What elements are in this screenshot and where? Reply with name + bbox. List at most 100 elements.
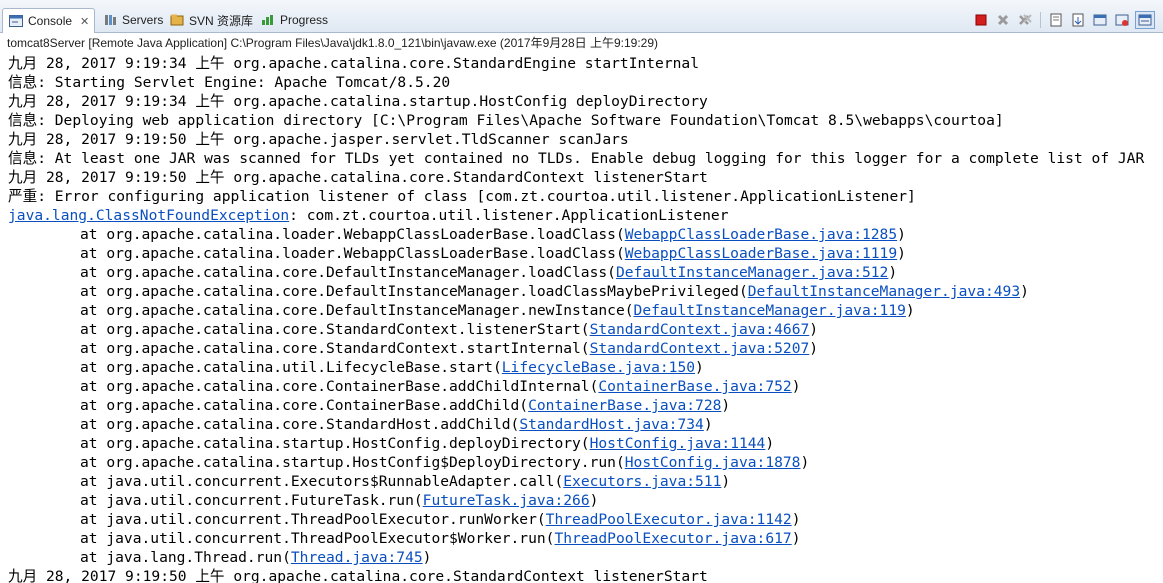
source-link[interactable]: ContainerBase.java:728 <box>528 397 721 414</box>
close-paren: ) <box>791 511 801 528</box>
stack-frame: at org.apache.catalina.core.StandardCont… <box>0 339 1163 358</box>
source-link[interactable]: StandardHost.java:734 <box>519 416 704 433</box>
close-paren: ) <box>589 492 599 509</box>
close-paren: ) <box>800 454 810 471</box>
log-line: 信息: Deploying web application directory … <box>8 112 1004 129</box>
stack-frame: at org.apache.catalina.loader.WebappClas… <box>0 244 1163 263</box>
stack-frame: at org.apache.catalina.core.DefaultInsta… <box>0 263 1163 282</box>
source-link[interactable]: LifecycleBase.java:150 <box>502 359 695 376</box>
stack-frame-text: at org.apache.catalina.core.DefaultInsta… <box>80 302 634 319</box>
stack-frame-text: at java.util.concurrent.ThreadPoolExecut… <box>80 530 555 547</box>
close-paren: ) <box>897 245 906 262</box>
source-link[interactable]: HostConfig.java:1878 <box>625 454 801 471</box>
tab-servers[interactable]: Servers <box>103 9 163 31</box>
stack-frame-text: at org.apache.catalina.core.DefaultInsta… <box>80 264 616 281</box>
tab-label: Progress <box>280 13 329 27</box>
stack-frame: at java.util.concurrent.ThreadPoolExecut… <box>0 510 1163 529</box>
stack-frame-text: at org.apache.catalina.startup.HostConfi… <box>80 435 590 452</box>
log-line: 九月 28, 2017 9:19:50 上午 org.apache.catali… <box>8 568 708 583</box>
source-link[interactable]: StandardContext.java:4667 <box>590 321 810 338</box>
tab-svn[interactable]: SVN 资源库 <box>170 9 253 31</box>
close-icon[interactable]: ✕ <box>80 15 89 28</box>
stack-frame: at java.util.concurrent.Executors$Runnab… <box>0 472 1163 491</box>
exception-link[interactable]: java.lang.ClassNotFoundException <box>8 207 289 224</box>
close-paren: ) <box>809 340 819 357</box>
source-link[interactable]: Executors.java:511 <box>563 473 721 490</box>
close-paren: ) <box>721 397 731 414</box>
stack-frame: at org.apache.catalina.util.LifecycleBas… <box>0 358 1163 377</box>
source-link[interactable]: ThreadPoolExecutor.java:1142 <box>546 511 792 528</box>
stack-frame-text: at org.apache.catalina.loader.WebappClas… <box>80 226 625 243</box>
stack-frame-text: at org.apache.catalina.core.ContainerBas… <box>80 378 599 395</box>
log-line: 信息: Starting Servlet Engine: Apache Tomc… <box>8 74 451 91</box>
source-link[interactable]: HostConfig.java:1144 <box>590 435 766 452</box>
stack-frame-text: at org.apache.catalina.core.StandardHost… <box>80 416 520 433</box>
stack-frame: at org.apache.catalina.startup.HostConfi… <box>0 453 1163 472</box>
toolbar-separator <box>1040 12 1041 28</box>
stack-frame: at org.apache.catalina.startup.HostConfi… <box>0 434 1163 453</box>
close-paren: ) <box>422 549 432 566</box>
log-line: 九月 28, 2017 9:19:50 上午 org.apache.catali… <box>8 169 708 186</box>
pin-console-icon[interactable] <box>1113 12 1131 28</box>
source-link[interactable]: Thread.java:745 <box>291 549 423 566</box>
source-link[interactable]: DefaultInstanceManager.java:119 <box>634 302 906 319</box>
log-line: 九月 28, 2017 9:19:34 上午 org.apache.catali… <box>8 55 699 72</box>
stack-frame: at org.apache.catalina.core.StandardHost… <box>0 415 1163 434</box>
close-paren: ) <box>905 302 915 319</box>
close-paren: ) <box>703 416 713 433</box>
stack-frame-text: at java.util.concurrent.FutureTask.run( <box>80 492 423 509</box>
stack-frame: at org.apache.catalina.core.StandardCont… <box>0 320 1163 339</box>
source-link[interactable]: DefaultInstanceManager.java:493 <box>748 283 1020 300</box>
servers-icon <box>103 14 117 26</box>
source-link[interactable]: DefaultInstanceManager.java:512 <box>616 264 888 281</box>
stack-trace: at org.apache.catalina.loader.WebappClas… <box>0 225 1163 567</box>
tab-label: Servers <box>122 13 164 27</box>
source-link[interactable]: WebappClassLoaderBase.java:1119 <box>625 245 897 262</box>
stack-frame-text: at java.util.concurrent.ThreadPoolExecut… <box>80 511 546 528</box>
log-line: 九月 28, 2017 9:19:50 上午 org.apache.jasper… <box>8 131 629 148</box>
terminate-icon[interactable] <box>972 12 990 28</box>
console-toolbar <box>972 11 1155 29</box>
close-paren: ) <box>765 435 775 452</box>
show-console-icon[interactable] <box>1091 12 1109 28</box>
stack-frame-text: at org.apache.catalina.startup.HostConfi… <box>80 454 625 471</box>
stack-frame: at java.lang.Thread.run(Thread.java:745) <box>0 548 1163 567</box>
close-paren: ) <box>791 378 801 395</box>
scroll-lock-icon[interactable] <box>1069 12 1087 28</box>
stack-frame: at org.apache.catalina.core.DefaultInsta… <box>0 282 1163 301</box>
close-paren: ) <box>809 321 819 338</box>
remove-all-icon[interactable] <box>1016 12 1034 28</box>
display-selected-console-icon[interactable] <box>1135 11 1155 29</box>
tab-label: Console <box>28 14 73 28</box>
source-link[interactable]: FutureTask.java:266 <box>423 492 590 509</box>
stack-frame-text: at org.apache.catalina.core.StandardCont… <box>80 321 590 338</box>
source-link[interactable]: ContainerBase.java:752 <box>598 378 791 395</box>
tab-label: SVN 资源库 <box>189 13 254 28</box>
svn-icon <box>170 14 184 26</box>
stack-frame-text: at java.util.concurrent.Executors$Runnab… <box>80 473 564 490</box>
source-link[interactable]: WebappClassLoaderBase.java:1285 <box>625 226 897 243</box>
stack-frame: at java.util.concurrent.ThreadPoolExecut… <box>0 529 1163 548</box>
close-paren: ) <box>695 359 704 376</box>
tab-console[interactable]: Console ✕ <box>2 8 95 33</box>
console-output[interactable]: 九月 28, 2017 9:19:34 上午 org.apache.catali… <box>0 54 1163 583</box>
stack-frame: at org.apache.catalina.core.DefaultInsta… <box>0 301 1163 320</box>
log-line-severe: 严重: Error configuring application listen… <box>8 188 916 205</box>
progress-icon <box>261 14 275 26</box>
stack-frame: at java.util.concurrent.FutureTask.run(F… <box>0 491 1163 510</box>
exception-line: java.lang.ClassNotFoundException: com.zt… <box>0 206 1163 225</box>
stack-frame: at org.apache.catalina.core.ContainerBas… <box>0 377 1163 396</box>
clear-console-icon[interactable] <box>1047 12 1065 28</box>
source-link[interactable]: ThreadPoolExecutor.java:617 <box>554 530 791 547</box>
tab-progress[interactable]: Progress <box>261 9 328 31</box>
stack-frame: at org.apache.catalina.core.ContainerBas… <box>0 396 1163 415</box>
log-line: 信息: At least one JAR was scanned for TLD… <box>8 150 1145 167</box>
launch-info: tomcat8Server [Remote Java Application] … <box>0 33 1163 54</box>
stack-frame-text: at org.apache.catalina.core.DefaultInsta… <box>80 283 748 300</box>
view-tab-bar: Console ✕ Servers SVN 资源库 Progress <box>0 0 1163 33</box>
stack-frame-text: at org.apache.catalina.core.ContainerBas… <box>80 397 529 414</box>
remove-launch-icon[interactable] <box>994 12 1012 28</box>
close-paren: ) <box>1020 283 1029 300</box>
source-link[interactable]: StandardContext.java:5207 <box>590 340 810 357</box>
stack-frame-text: at org.apache.catalina.loader.WebappClas… <box>80 245 625 262</box>
